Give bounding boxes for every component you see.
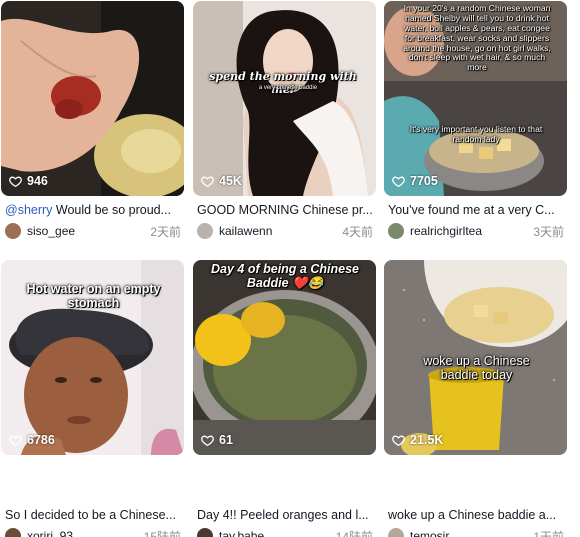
like-count-value: 61 [219,433,233,447]
username[interactable]: siso_gee [27,224,150,238]
like-count-value: 45K [219,174,242,188]
like-count: 6786 [9,433,55,447]
like-count: 21.5K [392,433,443,447]
video-caption[interactable]: So I decided to be a Chinese... [5,508,183,522]
video-caption[interactable]: GOOD MORNING Chinese pr... [197,203,375,217]
video-thumbnail[interactable]: Hot water on an empty stomach 6786 [1,260,184,455]
post-time: 4天前 [342,224,373,239]
heart-icon [9,435,22,446]
video-overlay-subtext: a very chinese baddie [258,85,318,91]
video-caption[interactable]: You've found me at a very C... [388,203,566,217]
video-meta: kailawenn 4天前 [197,222,373,240]
username[interactable]: tay.babe [219,529,336,537]
avatar[interactable] [197,528,213,537]
video-thumbnail[interactable]: 946 [1,1,184,196]
video-thumbnail[interactable]: In your 20's a random Chinese woman name… [384,1,567,196]
post-time: 15陆前 [143,529,181,537]
caption-mention[interactable]: @sherry [5,203,52,217]
avatar[interactable] [388,223,404,239]
video-thumbnail[interactable]: spend the morning with me! a very chines… [193,1,376,196]
like-count: 61 [201,433,233,447]
video-caption[interactable]: @sherry Would be so proud... [5,203,183,217]
video-caption[interactable]: Day 4!! Peeled oranges and l... [197,508,375,522]
video-meta: realrichgirltea 3天前 [388,222,564,240]
video-overlay-text: Hot water on an empty stomach [26,282,161,311]
like-count: 7705 [392,174,438,188]
avatar[interactable] [197,223,213,239]
video-overlay-subtext: It's very important you listen to that r… [409,124,543,144]
like-count-value: 7705 [410,174,438,188]
username[interactable]: xoriri_93 [27,529,144,537]
video-overlay-text: In your 20's a random Chinese woman name… [403,3,551,73]
video-caption[interactable]: woke up a Chinese baddie a... [388,508,566,522]
post-time: 14陆前 [335,529,373,537]
caption-text: woke up a Chinese baddie a... [388,508,557,522]
video-overlay-text: woke up a Chinese baddie today [423,354,530,383]
heart-icon [392,435,405,446]
video-grid: 946 @sherry Would be so proud... siso_ge… [0,0,580,537]
video-overlay-text: spend the morning with me! [209,70,357,96]
username[interactable]: temosir [410,529,533,537]
video-meta: temosir 1天前 [388,527,564,537]
post-time: 2天前 [150,224,181,239]
username[interactable]: kailawenn [219,224,342,238]
post-time: 3天前 [533,224,564,239]
heart-icon [392,176,405,187]
video-meta: tay.babe 14陆前 [197,527,373,537]
caption-text: Day 4!! Peeled oranges and l... [197,508,369,522]
like-count: 946 [9,174,48,188]
post-time: 1天前 [533,529,564,537]
video-meta: xoriri_93 15陆前 [5,527,181,537]
video-thumbnail[interactable]: woke up a Chinese baddie today 21.5K [384,260,567,455]
like-count-value: 21.5K [410,433,444,447]
video-overlay-text: Day 4 of being a Chinese Baddie ❤️😂 [211,262,359,291]
video-meta: siso_gee 2天前 [5,222,181,240]
like-count-value: 6786 [27,433,55,447]
caption-text: So I decided to be a Chinese... [5,508,176,522]
heart-icon [9,176,22,187]
thumbnail-image [193,1,376,196]
avatar[interactable] [5,223,21,239]
caption-text: Would be so proud... [52,203,172,217]
like-count-value: 946 [27,174,48,188]
username[interactable]: realrichgirltea [410,224,533,238]
like-count: 45K [201,174,242,188]
thumbnail-image [1,1,184,196]
heart-icon [201,176,214,187]
avatar[interactable] [388,528,404,537]
video-thumbnail[interactable]: Day 4 of being a Chinese Baddie ❤️😂 61 [193,260,376,455]
caption-text: You've found me at a very C... [388,203,555,217]
caption-text: GOOD MORNING Chinese pr... [197,203,373,217]
avatar[interactable] [5,528,21,537]
heart-icon [201,435,214,446]
